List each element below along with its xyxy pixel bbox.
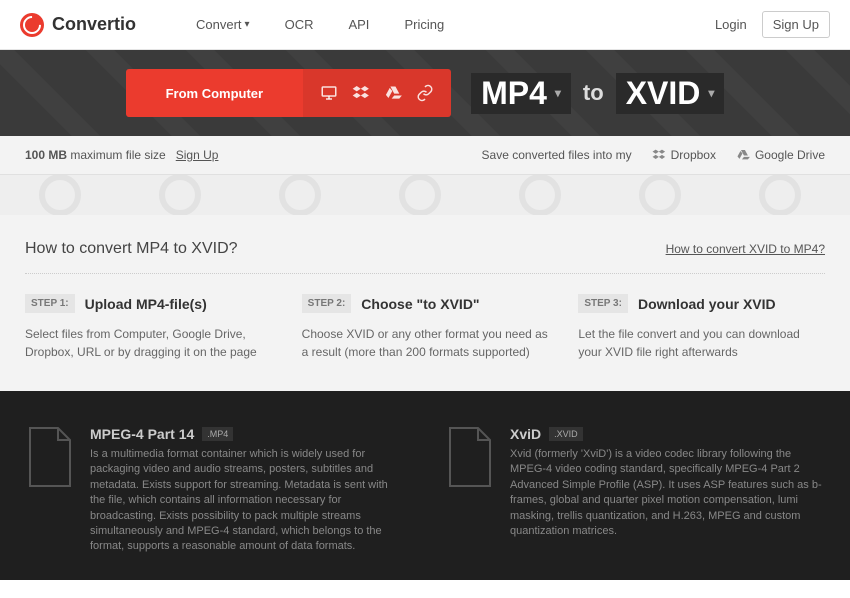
step-label: STEP 3:: [578, 294, 628, 313]
source-icons: [303, 69, 451, 117]
format-block-mp4: MPEG-4 Part 14 .MP4 Is a multimedia form…: [25, 426, 405, 555]
howto-title: How to convert MP4 to XVID?: [25, 240, 238, 258]
format-ext-badge: .MP4: [202, 427, 233, 441]
step-1: STEP 1: Upload MP4-file(s) Select files …: [25, 294, 272, 361]
format-name: MPEG-4 Part 14: [90, 426, 194, 442]
dropbox-icon[interactable]: [345, 84, 377, 102]
step-label: STEP 1:: [25, 294, 75, 313]
info-bar: 100 MB maximum file size Sign Up Save co…: [0, 136, 850, 175]
hero-conversion-bar: From Computer MP4 ▾ to XVID ▾: [0, 50, 850, 136]
max-file-size: 100 MB maximum file size: [25, 148, 166, 162]
signup-inline-link[interactable]: Sign Up: [176, 148, 219, 162]
login-link[interactable]: Login: [715, 17, 747, 32]
save-google-drive[interactable]: Google Drive: [736, 148, 825, 162]
file-icon: [25, 426, 75, 555]
format-name: XviD: [510, 426, 541, 442]
step-desc: Select files from Computer, Google Drive…: [25, 325, 272, 361]
file-icon: [445, 426, 495, 555]
convertio-logo-icon: [20, 13, 44, 37]
save-destinations: Save converted files into my Dropbox Goo…: [482, 148, 825, 162]
nav-pricing[interactable]: Pricing: [404, 17, 444, 32]
howto-header: How to convert MP4 to XVID? How to conve…: [25, 240, 825, 274]
chevron-down-icon: ▾: [708, 86, 714, 100]
signup-button[interactable]: Sign Up: [762, 11, 830, 38]
chevron-down-icon: ▾: [555, 86, 561, 100]
google-drive-icon: [736, 148, 750, 162]
header-right: Login Sign Up: [715, 11, 830, 38]
format-selector: MP4 ▾ to XVID ▾: [471, 73, 724, 114]
save-into-label: Save converted files into my: [482, 148, 632, 162]
decorative-band: [0, 175, 850, 215]
from-computer-button[interactable]: From Computer: [126, 69, 304, 117]
step-title: Choose "to XVID": [361, 296, 479, 312]
dropbox-icon: [652, 148, 666, 162]
nav-convert[interactable]: Convert ▾: [196, 17, 250, 32]
google-drive-icon[interactable]: [377, 84, 409, 102]
nav-ocr[interactable]: OCR: [285, 17, 314, 32]
step-desc: Let the file convert and you can downloa…: [578, 325, 825, 361]
main-nav: Convert ▾ OCR API Pricing: [196, 17, 444, 32]
source-selector: From Computer: [126, 69, 452, 117]
step-3: STEP 3: Download your XVID Let the file …: [578, 294, 825, 361]
format-info-section: MPEG-4 Part 14 .MP4 Is a multimedia form…: [0, 391, 850, 580]
format-desc: Xvid (formerly 'XviD') is a video codec …: [510, 447, 825, 539]
step-2: STEP 2: Choose "to XVID" Choose XVID or …: [302, 294, 549, 361]
step-title: Download your XVID: [638, 296, 776, 312]
brand-logo[interactable]: Convertio: [20, 13, 136, 37]
format-block-xvid: XviD .XVID Xvid (formerly 'XviD') is a v…: [445, 426, 825, 555]
link-icon[interactable]: [409, 84, 441, 102]
step-desc: Choose XVID or any other format you need…: [302, 325, 549, 361]
brand-name: Convertio: [52, 14, 136, 35]
step-label: STEP 2:: [302, 294, 352, 313]
desktop-icon[interactable]: [313, 84, 345, 102]
format-desc: Is a multimedia format container which i…: [90, 447, 405, 555]
header: Convertio Convert ▾ OCR API Pricing Logi…: [0, 0, 850, 50]
to-label: to: [583, 80, 604, 106]
save-dropbox[interactable]: Dropbox: [652, 148, 716, 162]
format-to-dropdown[interactable]: XVID ▾: [616, 73, 725, 114]
howto-section: How to convert MP4 to XVID? How to conve…: [0, 215, 850, 391]
nav-api[interactable]: API: [348, 17, 369, 32]
steps-row: STEP 1: Upload MP4-file(s) Select files …: [25, 294, 825, 361]
step-title: Upload MP4-file(s): [85, 296, 207, 312]
reverse-conversion-link[interactable]: How to convert XVID to MP4?: [666, 242, 825, 256]
format-ext-badge: .XVID: [549, 427, 583, 441]
format-from-dropdown[interactable]: MP4 ▾: [471, 73, 571, 114]
chevron-down-icon: ▾: [245, 19, 250, 30]
